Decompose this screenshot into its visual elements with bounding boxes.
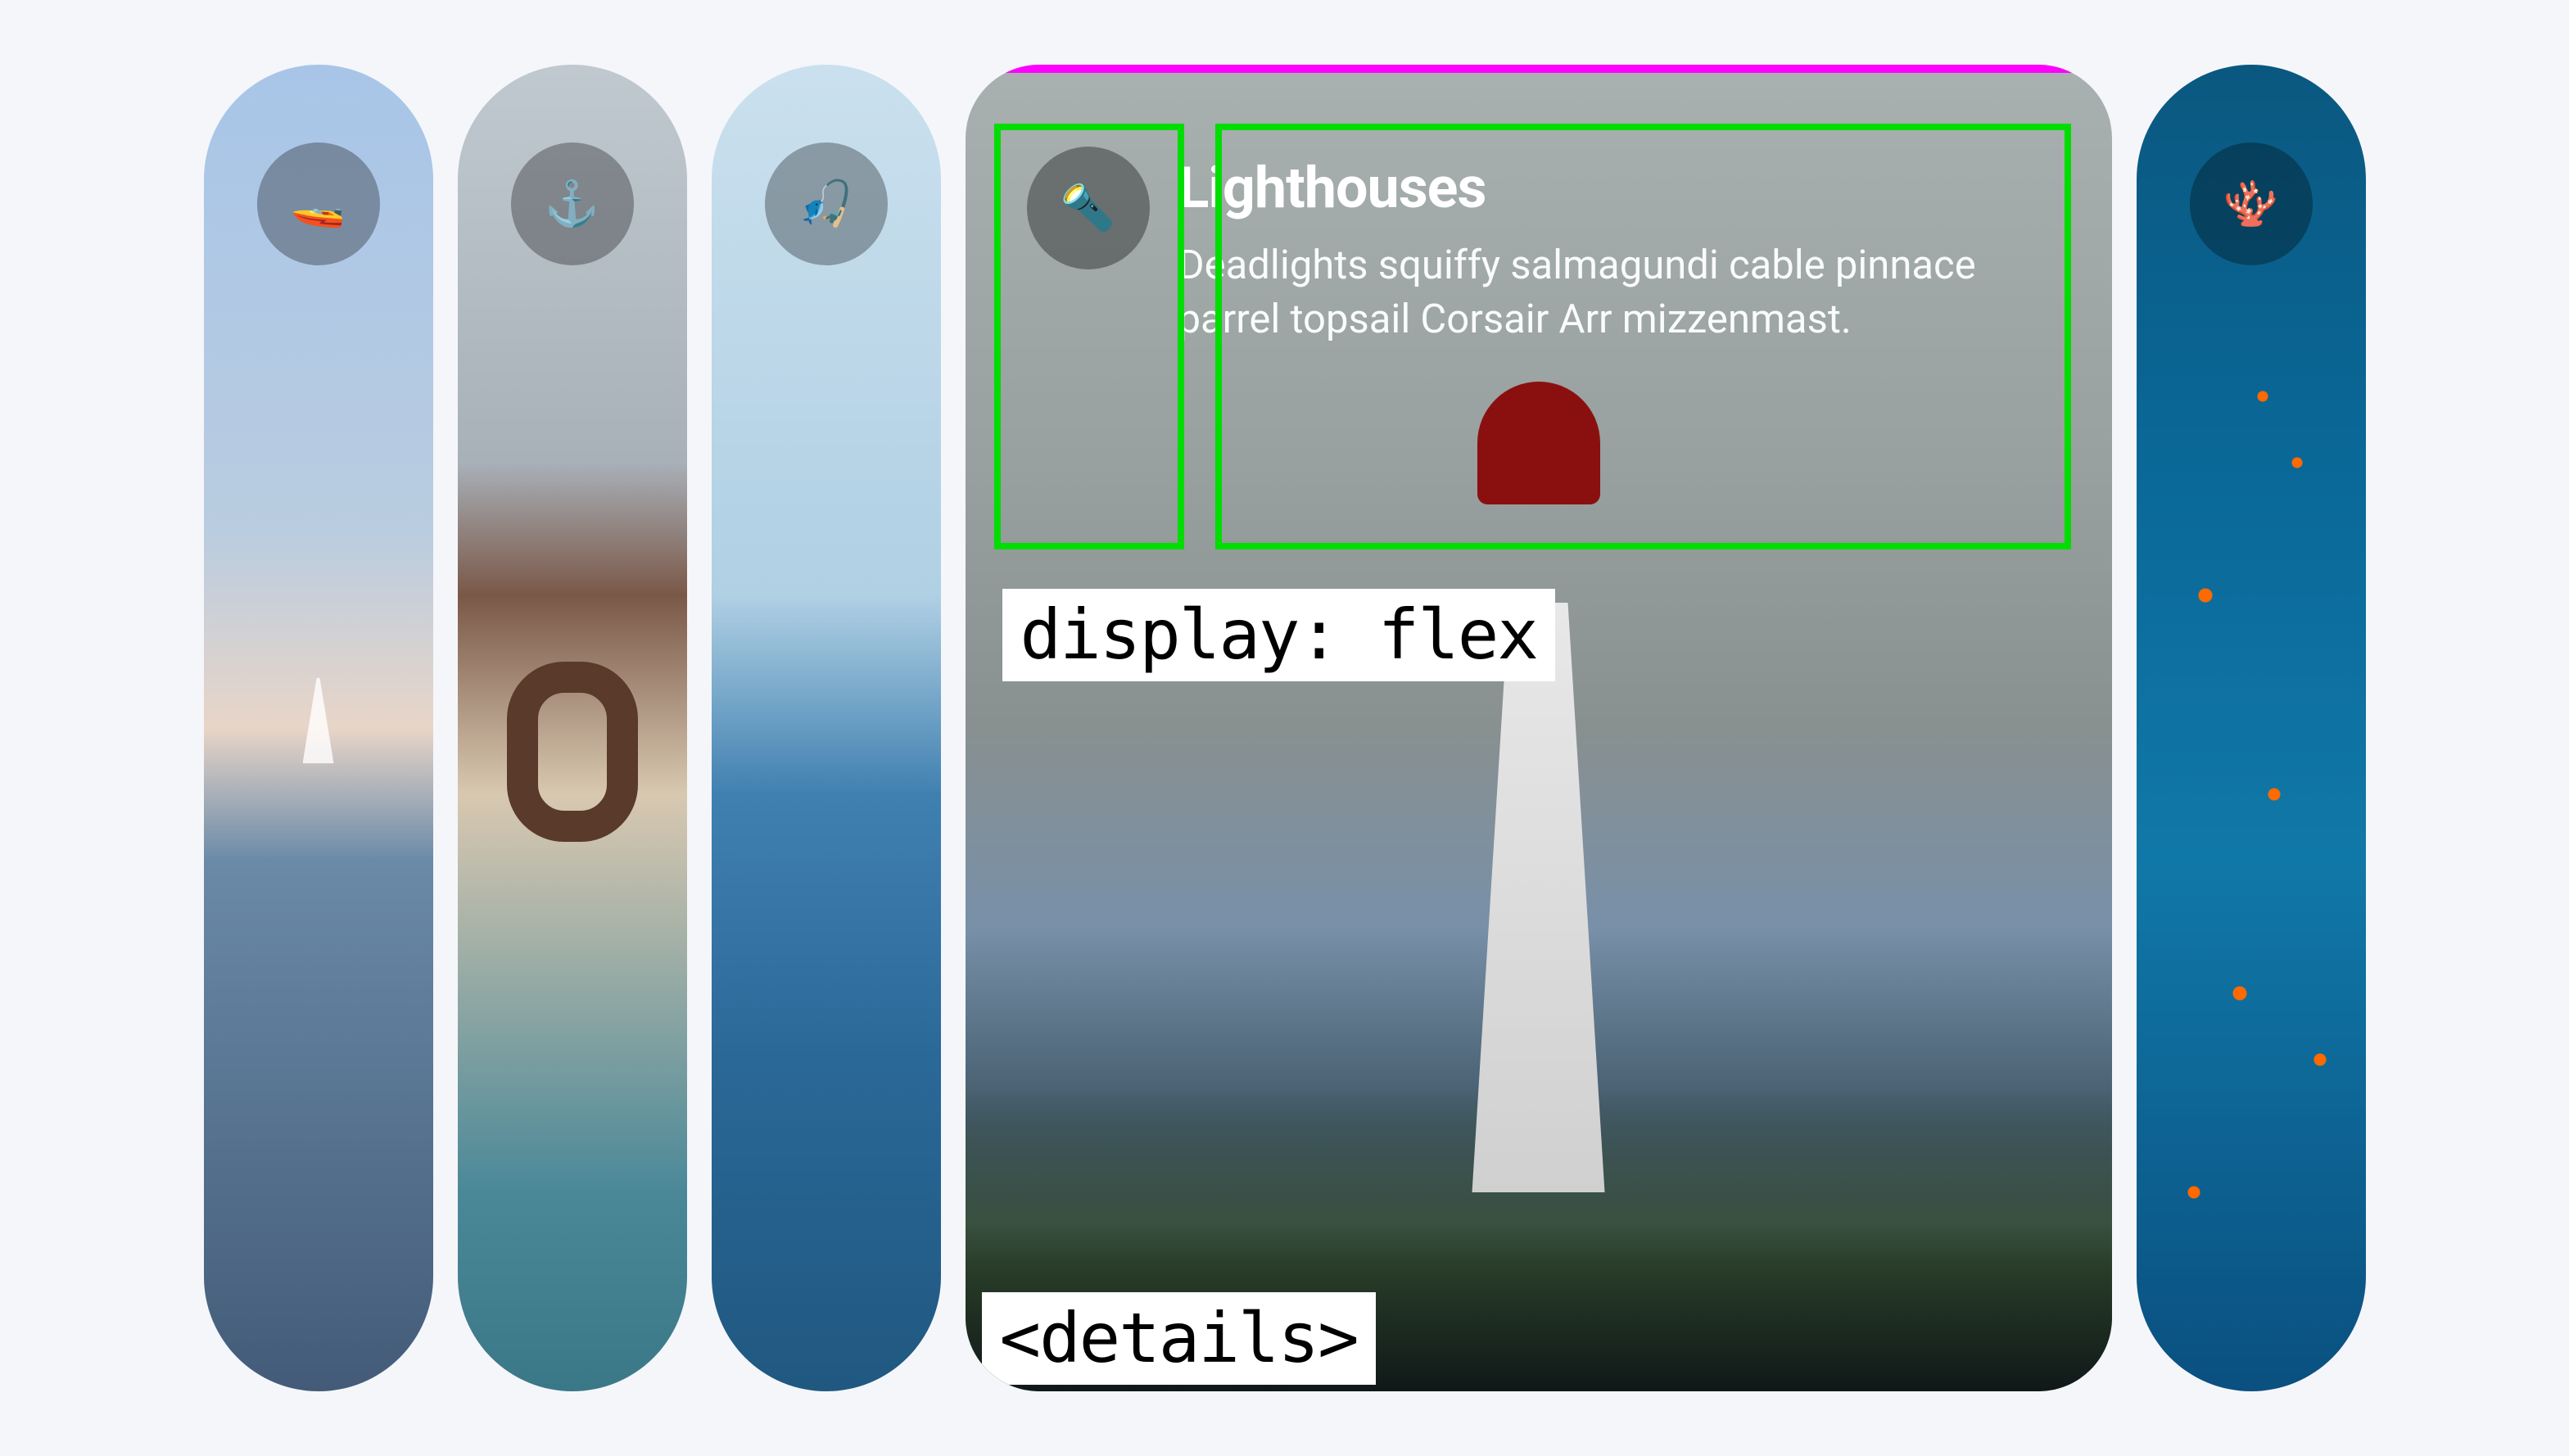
lighthouse-silhouette bbox=[1432, 455, 1645, 1192]
card-description: Deadlights squiffy salmagundi cable pinn… bbox=[1178, 238, 2038, 346]
icon-glyph: ⚓ bbox=[545, 179, 599, 230]
icon-glyph: 🎣 bbox=[798, 179, 853, 230]
chain-link-shape bbox=[507, 662, 638, 842]
annotation-label-details: <details> bbox=[982, 1292, 1376, 1385]
card-title: Lighthouses bbox=[1178, 155, 2038, 222]
card-coral[interactable]: 🪸 bbox=[2137, 65, 2366, 1391]
anchor-icon: ⚓ bbox=[511, 142, 634, 265]
card-lighthouses-header: 🔦 Lighthouses Deadlights squiffy salmagu… bbox=[966, 65, 2112, 346]
card-lighthouses-text: Lighthouses Deadlights squiffy salmagund… bbox=[1178, 138, 2038, 346]
card-lighthouses[interactable]: 🔦 Lighthouses Deadlights squiffy salmagu… bbox=[966, 65, 2112, 1391]
icon-glyph: 🔦 bbox=[1061, 183, 1115, 234]
speedboat-icon: 🚤 bbox=[257, 142, 380, 265]
fish-sprinkle bbox=[2137, 65, 2366, 1391]
icon-glyph: 🚤 bbox=[291, 179, 346, 230]
sailboat-silhouette bbox=[303, 678, 334, 768]
card-anchors[interactable]: ⚓ bbox=[458, 65, 687, 1391]
card-boats[interactable]: 🚤 bbox=[204, 65, 433, 1391]
annotation-label-flex: display: flex bbox=[1002, 589, 1555, 681]
card-fishing[interactable]: 🎣 bbox=[712, 65, 941, 1391]
fishing-pole-icon: 🎣 bbox=[765, 142, 888, 265]
accordion-horizontal: 🚤 ⚓ 🎣 🔦 Lighthouses Deadlights squiffy s… bbox=[204, 32, 2366, 1424]
flashlight-icon: 🔦 bbox=[1027, 147, 1150, 269]
